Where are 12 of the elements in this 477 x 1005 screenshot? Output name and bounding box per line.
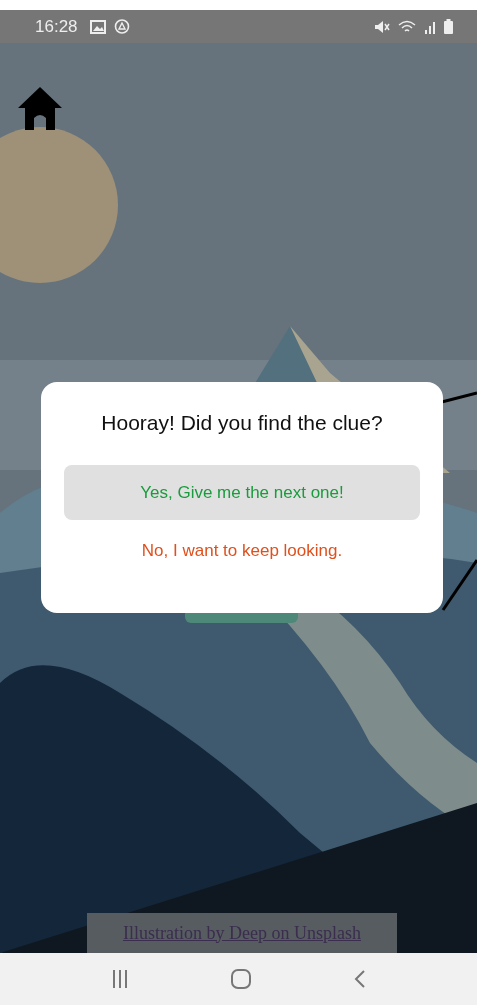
status-time: 16:28: [35, 16, 78, 37]
home-icon[interactable]: [17, 86, 63, 130]
dialog-title: Hooray! Did you find the clue?: [100, 410, 384, 436]
back-icon[interactable]: [353, 970, 366, 988]
signal-icon: [424, 19, 436, 34]
mute-icon: [374, 19, 390, 34]
confirm-button[interactable]: Yes, Give me the next one!: [64, 465, 420, 520]
recent-apps-icon[interactable]: [111, 970, 128, 988]
wifi-icon: [398, 19, 416, 34]
battery-icon: [444, 19, 453, 34]
cancel-button[interactable]: No, I want to keep looking.: [64, 523, 420, 578]
image-icon: [89, 19, 106, 34]
